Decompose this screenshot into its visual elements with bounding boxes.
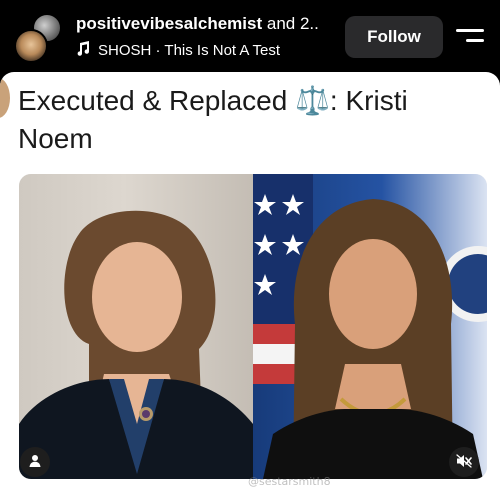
adjacent-post-avatar[interactable]	[0, 78, 10, 118]
muted-speaker-icon	[456, 453, 472, 471]
tagged-users-button[interactable]	[20, 447, 50, 477]
music-note-icon	[76, 41, 90, 60]
post-card: Executed & Replaced ⚖️: Kristi Noem @ses…	[0, 72, 500, 500]
menu-icon[interactable]	[456, 26, 484, 50]
coauthors-suffix[interactable]: and 2..	[267, 14, 319, 33]
post-image[interactable]	[19, 174, 487, 479]
music-track-label: SHOSH · This Is Not A Test	[98, 42, 281, 59]
creator-watermark: @sestarsmith8	[248, 475, 331, 488]
post-header: positivevibesalchemist and 2.. SHOSH · T…	[0, 0, 500, 72]
author-line[interactable]: positivevibesalchemist and 2..	[76, 14, 319, 34]
collab-avatars[interactable]	[14, 13, 64, 63]
portrait-left	[19, 174, 253, 479]
author-username[interactable]: positivevibesalchemist	[76, 14, 262, 33]
avatar[interactable]	[14, 29, 48, 63]
music-line[interactable]: SHOSH · This Is Not A Test	[76, 41, 280, 60]
person-icon	[28, 454, 42, 471]
post-headline: Executed & Replaced ⚖️: Kristi Noem	[18, 85, 408, 154]
mute-toggle-button[interactable]	[449, 447, 479, 477]
portrait-right	[253, 174, 487, 479]
follow-button[interactable]: Follow	[345, 16, 443, 58]
